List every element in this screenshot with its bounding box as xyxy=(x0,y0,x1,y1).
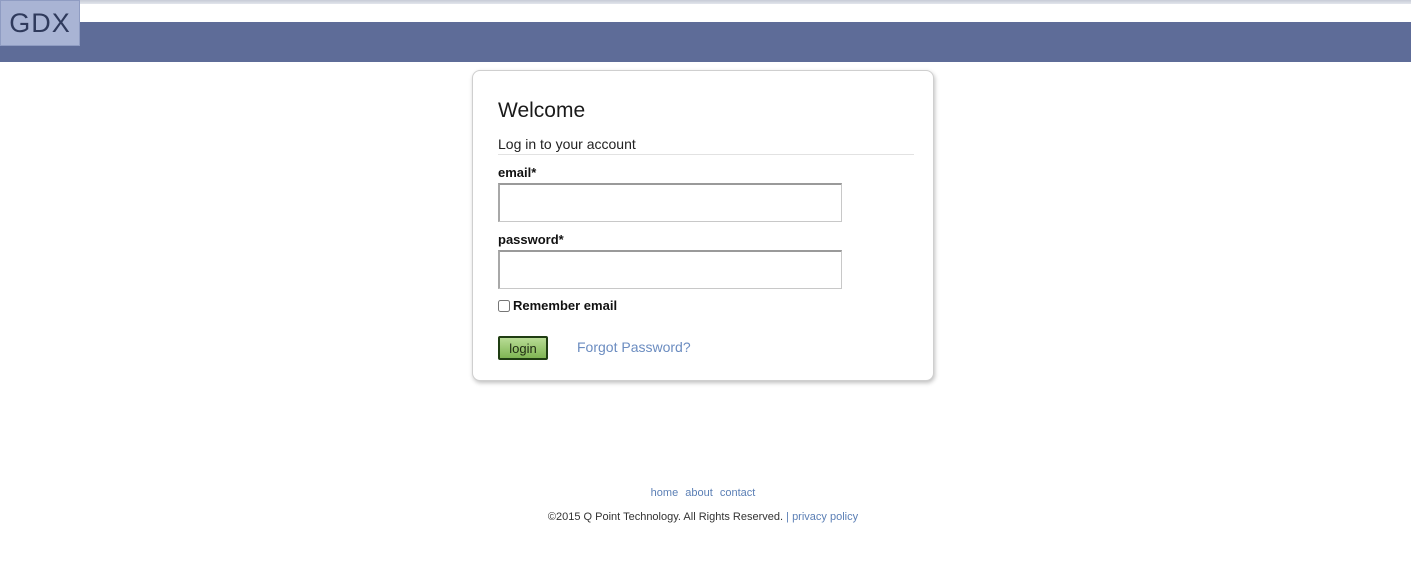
password-label: password* xyxy=(498,232,564,247)
remember-email-row: Remember email xyxy=(498,298,617,313)
page-title: Welcome xyxy=(498,99,586,122)
footer-link-contact[interactable]: contact xyxy=(720,487,755,499)
header-bar xyxy=(0,22,1411,62)
privacy-policy-link[interactable]: privacy policy xyxy=(792,511,858,523)
footer-link-home[interactable]: home xyxy=(651,487,679,499)
email-field[interactable] xyxy=(498,183,842,222)
login-button[interactable]: login xyxy=(498,336,548,360)
logo[interactable]: GDX xyxy=(0,0,80,46)
divider xyxy=(498,154,914,155)
remember-email-checkbox[interactable] xyxy=(498,299,510,312)
footer-link-about[interactable]: about xyxy=(685,487,713,499)
forgot-password-link[interactable]: Forgot Password? xyxy=(577,339,691,355)
email-label: email* xyxy=(498,165,537,180)
login-card: Welcome Log in to your account email* pa… xyxy=(472,70,934,381)
copyright: ©2015 Q Point Technology. All Rights Res… xyxy=(0,511,1406,523)
footer-separator: | xyxy=(786,511,789,523)
remember-email-label: Remember email xyxy=(513,298,618,313)
login-subtitle: Log in to your account xyxy=(498,136,636,152)
copyright-text: ©2015 Q Point Technology. All Rights Res… xyxy=(547,511,784,523)
password-field[interactable] xyxy=(498,250,842,289)
top-border xyxy=(0,0,1411,4)
footer-nav: home about contact xyxy=(0,487,1406,499)
